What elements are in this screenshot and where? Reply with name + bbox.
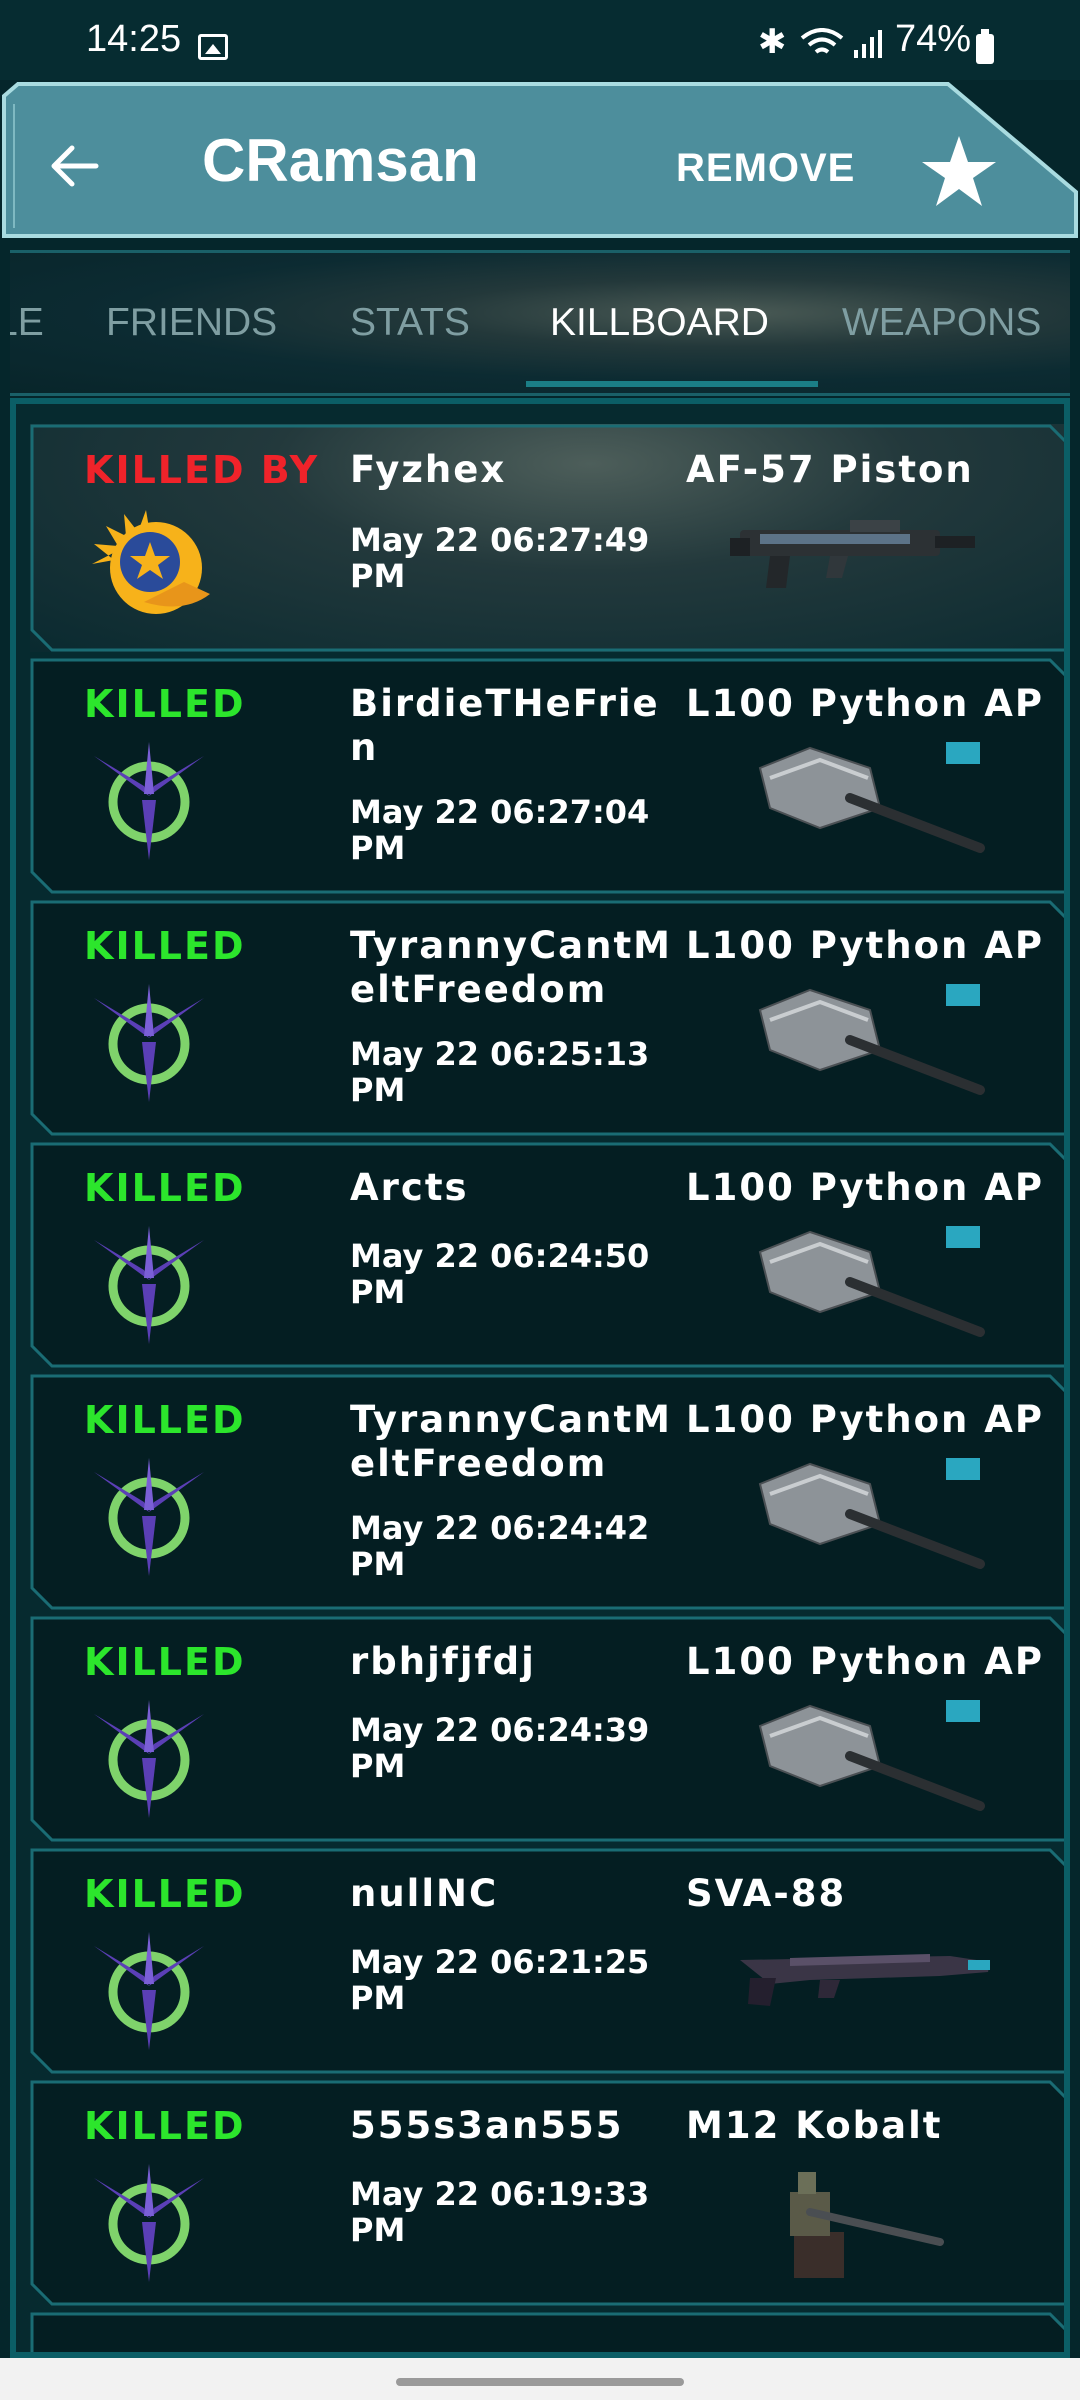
home-gesture-handle[interactable]	[396, 2378, 684, 2386]
battery-icon	[976, 29, 994, 64]
star-ring-emblem-icon	[94, 1458, 204, 1576]
tab-killboard[interactable]: KILLBOARD	[550, 301, 769, 345]
kill-time: May 22 06:24:50 PM	[350, 1237, 650, 1311]
kill-status: KILLED	[84, 1398, 246, 1442]
tab-weapons[interactable]: WEAPONS	[842, 301, 1041, 345]
turret-icon	[758, 984, 985, 1095]
weapon-name: L100 Python AP	[686, 682, 1045, 725]
player-name: 555s3an555	[350, 2104, 624, 2147]
player-name: TyrannyCantMeltFreedom	[350, 1398, 672, 1485]
kill-status: KILLED	[84, 682, 246, 726]
kill-time: May 22 06:19:33 PM	[350, 2175, 650, 2249]
turret-icon	[758, 1700, 985, 1811]
list-item[interactable]	[30, 2312, 1064, 2352]
kill-status: KILLED	[84, 2104, 246, 2148]
player-name: TyrannyCantMeltFreedom	[350, 924, 672, 1011]
star-ring-emblem-icon	[94, 984, 204, 1102]
sun-eagle-emblem-icon	[92, 510, 210, 614]
weapon-name: SVA-88	[686, 1872, 847, 1915]
list-item[interactable]: KILLED nullNC May 22 06:21:25 PM SVA-88	[30, 1848, 1064, 2074]
header-frame	[2, 82, 1078, 238]
player-name: BirdieTHeFrien	[350, 682, 660, 769]
list-item[interactable]: KILLED BY Fyzhex May 22 06:27:49 PM AF-5…	[30, 424, 1064, 652]
remove-button[interactable]: REMOVE	[676, 146, 855, 191]
kill-status: KILLED	[84, 1640, 246, 1684]
weapon-name: L100 Python AP	[686, 1398, 1045, 1441]
back-arrow-icon[interactable]	[48, 140, 100, 192]
star-ring-emblem-icon	[94, 1700, 204, 1818]
list-item[interactable]: KILLED BirdieTHeFrien May 22 06:27:04 PM…	[30, 658, 1064, 894]
tab-bar: LE FRIENDS STATS KILLBOARD WEAPONS	[10, 250, 1070, 396]
status-bar: 14:25 ✱ 74%	[0, 0, 1080, 80]
status-time: 14:25	[86, 18, 182, 60]
weapon-name: AF-57 Piston	[686, 448, 974, 491]
bluetooth-icon: ✱	[758, 22, 787, 62]
list-item[interactable]: KILLED Arcts May 22 06:24:50 PM L100 Pyt…	[30, 1142, 1064, 1368]
star-icon[interactable]	[920, 134, 998, 208]
battery-percent: 74%	[895, 18, 972, 60]
weapon-name: L100 Python AP	[686, 1166, 1045, 1209]
kill-status: KILLED	[84, 924, 246, 968]
kill-time: May 22 06:24:42 PM	[350, 1509, 650, 1583]
player-name: rbhjfjfdj	[350, 1640, 536, 1683]
tab-profile[interactable]: LE	[10, 301, 44, 345]
signal-icon	[854, 30, 882, 58]
kill-time: May 22 06:27:49 PM	[350, 521, 650, 595]
weapon-name: M12 Kobalt	[686, 2104, 943, 2147]
kill-status: KILLED	[84, 1166, 246, 1210]
list-item[interactable]: KILLED 555s3an555 May 22 06:19:33 PM M12…	[30, 2080, 1064, 2306]
turret-icon	[758, 742, 985, 853]
gallery-icon	[198, 34, 228, 60]
kill-time: May 22 06:24:39 PM	[350, 1711, 650, 1785]
system-nav-bar	[0, 2358, 1080, 2400]
mounted-gun-icon	[790, 2172, 944, 2278]
killboard-list[interactable]: KILLED BY Fyzhex May 22 06:27:49 PM AF-5…	[10, 398, 1070, 2358]
star-ring-emblem-icon	[94, 2164, 204, 2282]
player-name: Arcts	[350, 1166, 469, 1209]
player-name: nullNC	[350, 1872, 499, 1915]
kill-time: May 22 06:21:25 PM	[350, 1943, 650, 2017]
kill-status: KILLED BY	[84, 448, 320, 492]
star-ring-emblem-icon	[94, 1226, 204, 1344]
kill-status: KILLED	[84, 1872, 246, 1916]
turret-icon	[758, 1458, 985, 1569]
sniper-rifle-icon	[740, 1954, 990, 2006]
active-tab-indicator	[526, 381, 818, 387]
rifle-icon	[730, 520, 975, 588]
list-item[interactable]: KILLED TyrannyCantMeltFreedom May 22 06:…	[30, 900, 1064, 1136]
weapon-name: L100 Python AP	[686, 1640, 1045, 1683]
tab-stats[interactable]: STATS	[350, 301, 470, 345]
kill-time: May 22 06:25:13 PM	[350, 1035, 650, 1109]
turret-icon	[758, 1226, 985, 1337]
list-item[interactable]: KILLED rbhjfjfdj May 22 06:24:39 PM L100…	[30, 1616, 1064, 1842]
kill-time: May 22 06:27:04 PM	[350, 793, 650, 867]
wifi-icon	[800, 28, 844, 54]
star-ring-emblem-icon	[94, 742, 204, 860]
player-name: Fyzhex	[350, 448, 507, 491]
star-ring-emblem-icon	[94, 1932, 204, 2050]
tab-friends[interactable]: FRIENDS	[106, 301, 277, 345]
weapon-name: L100 Python AP	[686, 924, 1045, 967]
list-item[interactable]: KILLED TyrannyCantMeltFreedom May 22 06:…	[30, 1374, 1064, 1610]
page-title: CRamsan	[202, 127, 479, 194]
app-header: CRamsan REMOVE	[0, 82, 1080, 238]
